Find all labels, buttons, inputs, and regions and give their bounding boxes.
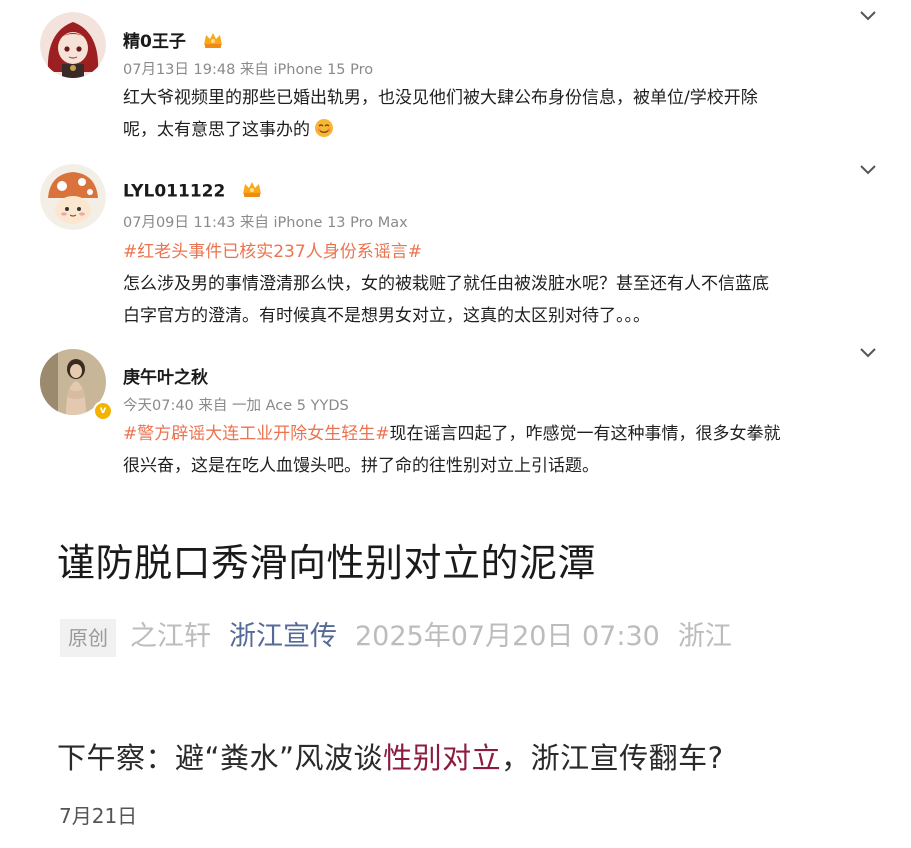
username[interactable]: 庚午叶之秋 <box>123 363 208 388</box>
avatar[interactable] <box>40 164 106 230</box>
headline-date: 7月21日 <box>59 804 138 828</box>
username-text[interactable]: 庚午叶之秋 <box>123 368 208 388</box>
vip-crown-badge-icon <box>241 180 263 203</box>
comment-line: 很兴奋，这是在吃人血馒头吧。拼了命的往性别对立上引话题。 <box>123 456 599 476</box>
headline-part: ，浙江宣传翻车? <box>501 741 724 775</box>
comment-meta: 07月09日 11:43 来自 iPhone 13 Pro Max <box>123 215 408 231</box>
headline-highlight: 性别对立 <box>383 741 502 775</box>
news-headline[interactable]: 下午察：避“粪水”风波谈性别对立，浙江宣传翻车? <box>57 735 723 777</box>
hashtag-link[interactable]: #警方辟谣大连工业开除女生轻生# <box>123 424 390 444</box>
username[interactable]: LYL011122 <box>123 180 263 203</box>
article-author: 之江轩 <box>130 621 211 652</box>
headline-part: 下午察：避“粪水”风波谈 <box>57 741 384 775</box>
comment-text: #红老头事件已核实237人身份系谣言# 怎么涉及男的事情澄清那么快，女的被栽赃了… <box>123 236 883 332</box>
comment-line-text: 呢，太有意思了这事办的 <box>123 120 310 140</box>
comment-text: 红大爷视频里的那些已婚出轨男，也没见他们被大肆公布身份信息，被单位/学校开除 呢… <box>123 82 883 149</box>
chevron-down-icon[interactable] <box>858 162 878 176</box>
hashtag-link[interactable]: #红老头事件已核实237人身份系谣言# <box>123 236 883 268</box>
comment-meta: 07月13日 19:48 来自 iPhone 15 Pro <box>123 62 374 78</box>
verified-badge-icon: v <box>93 401 113 421</box>
vip-crown-badge-icon <box>202 31 224 54</box>
account-link[interactable]: 浙江宣传 <box>229 621 337 652</box>
username[interactable]: 精0王子 <box>123 27 224 54</box>
article-location: 浙江 <box>677 621 732 652</box>
article-byline: 原创 之江轩 浙江宣传 2025年07月20日 07:30 浙江 <box>60 616 732 658</box>
username-text[interactable]: LYL011122 <box>123 182 225 202</box>
comment-line-2: 呢，太有意思了这事办的 <box>123 114 883 149</box>
chevron-down-icon[interactable] <box>858 345 878 359</box>
comment-meta: 今天07:40 来自 一加 Ace 5 YYDS <box>123 398 349 414</box>
comment-line: 白字官方的澄清。有时候真不是想男女对立，这真的太区别对待了。。。 <box>123 306 650 326</box>
article-title: 谨防脱口秀滑向性别对立的泥潭 <box>57 541 597 585</box>
comment-line-text: 现在谣言四起了，咋感觉一有这种事情，很多女拳就 <box>389 424 781 444</box>
chevron-down-icon[interactable] <box>858 8 878 22</box>
article-date: 2025年07月20日 07:30 <box>355 621 660 652</box>
avatar[interactable] <box>40 12 106 78</box>
comment-line: #警方辟谣大连工业开除女生轻生#现在谣言四起了，咋感觉一有这种事情，很多女拳就 <box>123 418 883 450</box>
comment-line: 怎么涉及男的事情澄清那么快，女的被栽赃了就任由被泼脏水呢？甚至还有人不信蓝底 <box>123 274 769 294</box>
smirk-emoji-icon <box>314 117 334 149</box>
comment-line: 红大爷视频里的那些已婚出轨男，也没见他们被大肆公布身份信息，被单位/学校开除 <box>123 88 758 108</box>
original-badge: 原创 <box>60 618 116 657</box>
comment-text: #警方辟谣大连工业开除女生轻生#现在谣言四起了，咋感觉一有这种事情，很多女拳就 … <box>123 418 883 482</box>
username-text[interactable]: 精0王子 <box>123 32 186 52</box>
